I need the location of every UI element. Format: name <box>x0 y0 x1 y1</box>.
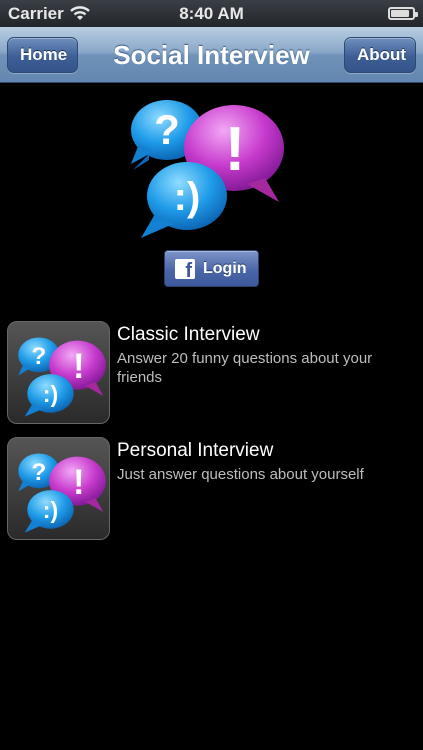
navigation-bar: Social Interview Home About <box>0 27 423 83</box>
question-glyph: ? <box>31 459 46 486</box>
speech-bubbles-icon: ? ! :) <box>131 100 284 238</box>
exclamation-glyph: ! <box>225 115 246 184</box>
item-description: Just answer questions about yourself <box>117 466 364 483</box>
list-item-personal-interview[interactable]: ? ! :) Personal Interview Just answer qu… <box>7 437 417 541</box>
status-left: Carrier <box>8 4 90 24</box>
battery-level <box>391 10 409 17</box>
list-item-classic-interview[interactable]: ? ! :) Classic Interview Answer 20 funny… <box>7 321 417 425</box>
smiley-glyph: :) <box>43 497 58 523</box>
smiley-glyph: :) <box>43 381 58 407</box>
question-glyph: ? <box>31 343 46 370</box>
speech-bubbles-icon: ? ! :) <box>18 337 106 417</box>
speech-bubbles-icon: ? ! :) <box>18 453 106 533</box>
carrier-label: Carrier <box>8 3 64 23</box>
classic-interview-thumbnail: ? ! :) <box>7 321 110 424</box>
item-title: Classic Interview <box>117 324 260 345</box>
battery-icon <box>388 7 418 20</box>
status-bar: Carrier 8:40 AM <box>0 0 423 27</box>
facebook-login-button[interactable]: f Login <box>164 250 259 287</box>
app-logo: ? ! :) <box>127 92 287 242</box>
item-title: Personal Interview <box>117 440 274 461</box>
item-description: Answer 20 funny questions about your fri… <box>117 350 373 386</box>
about-button[interactable]: About <box>344 37 416 73</box>
smiley-glyph: :) <box>174 175 201 219</box>
question-glyph: ? <box>154 106 180 153</box>
exclamation-glyph: ! <box>73 348 85 386</box>
personal-interview-thumbnail: ? ! :) <box>7 437 110 540</box>
login-label: Login <box>203 259 247 277</box>
home-button[interactable]: Home <box>7 37 78 73</box>
exclamation-glyph: ! <box>73 464 85 502</box>
wifi-icon <box>69 6 90 20</box>
facebook-icon: f <box>175 258 195 279</box>
